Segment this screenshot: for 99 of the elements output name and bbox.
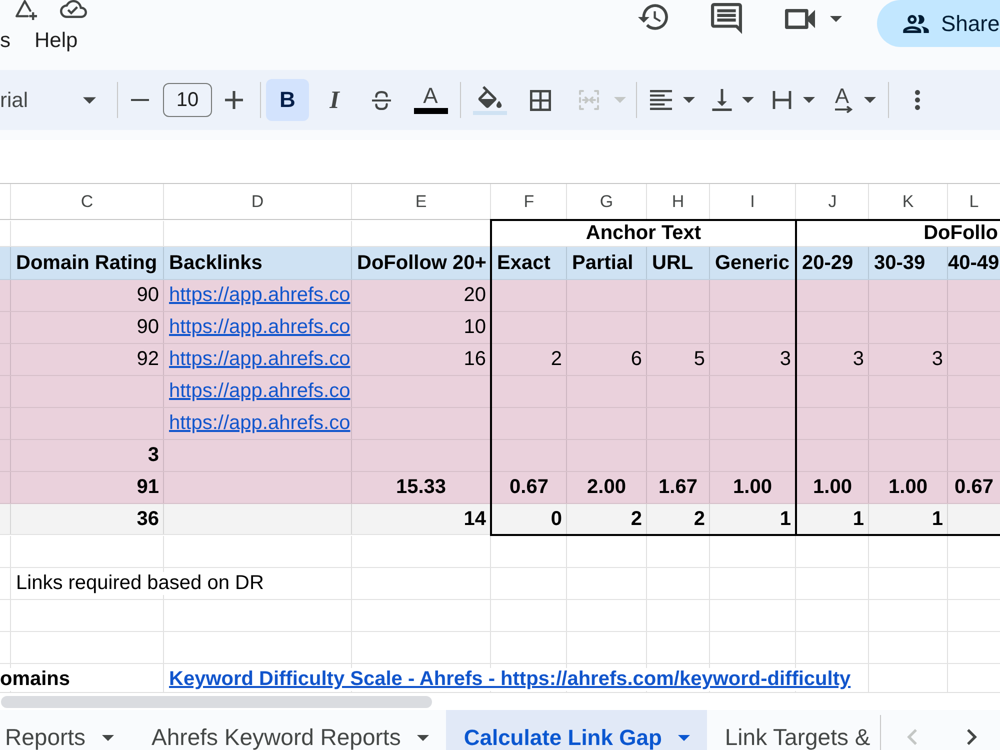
average-value: 1.00 xyxy=(733,476,772,499)
number-value: 36 xyxy=(136,508,159,530)
number-value: 1 xyxy=(780,508,791,530)
number-value: 5 xyxy=(694,348,705,371)
number-value: 3 xyxy=(780,348,791,371)
caret-icon[interactable] xyxy=(683,97,695,103)
text-color-button[interactable]: A xyxy=(409,79,452,121)
cloud-check-icon[interactable] xyxy=(60,0,87,18)
menu-item[interactable]: s xyxy=(0,30,10,51)
column-header[interactable]: G xyxy=(600,193,614,210)
caret-icon[interactable] xyxy=(830,16,842,22)
column-header[interactable]: I xyxy=(750,193,755,210)
number-value: 1 xyxy=(852,508,864,530)
column-title: Partial xyxy=(572,252,634,274)
note-text: Links required based on DR xyxy=(16,572,264,595)
link[interactable]: https://app.ahrefs.co xyxy=(169,380,350,403)
number-value: 3 xyxy=(932,348,943,371)
number-value: 91 xyxy=(136,476,159,499)
number-value: 92 xyxy=(136,348,159,371)
average-value: 2.00 xyxy=(587,476,626,499)
average-value: 1.67 xyxy=(658,476,698,499)
number-value: 14 xyxy=(464,508,486,530)
column-title: DoFollow 20+ xyxy=(357,252,486,274)
number-value: 3 xyxy=(852,348,864,371)
menu-item[interactable]: Help xyxy=(34,30,78,51)
caret-icon xyxy=(416,735,429,741)
number-value: 90 xyxy=(136,284,159,307)
average-value: 0.67 xyxy=(510,476,548,499)
share-button[interactable]: Share xyxy=(877,0,1000,47)
font-size-field[interactable]: 10 xyxy=(163,83,212,117)
column-header[interactable]: C xyxy=(80,193,94,210)
caret-icon xyxy=(83,96,96,104)
label-text: omains xyxy=(0,668,70,691)
paint-bucket-icon[interactable] xyxy=(478,86,502,108)
number-value: 90 xyxy=(136,316,159,339)
average-value: 1.00 xyxy=(813,476,852,499)
link[interactable]: https://app.ahrefs.co xyxy=(169,316,350,339)
column-title: Generic xyxy=(715,252,790,274)
link[interactable]: https://app.ahrefs.co xyxy=(169,348,350,371)
chevron-right-icon[interactable] xyxy=(967,729,977,745)
italic-button[interactable]: I xyxy=(313,79,356,121)
column-header[interactable]: F xyxy=(524,193,534,210)
align-bottom-icon[interactable] xyxy=(712,89,732,111)
sheet-tab[interactable]: Ahrefs Keyword Reports xyxy=(134,710,446,750)
column-title: URL xyxy=(652,252,694,274)
text-overflow-icon[interactable] xyxy=(772,91,792,109)
bold-button[interactable]: B xyxy=(266,79,309,121)
link[interactable]: https://app.ahrefs.co xyxy=(169,412,350,435)
average-value: 15.33 xyxy=(396,476,446,499)
people-icon xyxy=(903,14,929,32)
column-header[interactable]: K xyxy=(902,193,914,210)
caret-icon xyxy=(678,735,690,741)
column-header[interactable]: J xyxy=(828,193,837,210)
column-header[interactable]: L xyxy=(969,193,979,210)
history-icon[interactable] xyxy=(638,4,668,30)
column-title: 30-39 xyxy=(874,252,926,274)
caret-icon xyxy=(864,97,876,103)
column-header[interactable]: D xyxy=(251,193,264,210)
number-value: 3 xyxy=(148,444,159,467)
strikethrough-icon xyxy=(370,90,393,110)
sheet-tab[interactable]: Link Targets & xyxy=(706,710,888,750)
column-title: Domain Rating xyxy=(16,252,158,274)
group-title: Anchor Text xyxy=(586,222,702,245)
align-left-icon[interactable] xyxy=(650,90,672,110)
column-header[interactable]: H xyxy=(672,193,684,210)
scrollbar-thumb[interactable] xyxy=(1,696,432,708)
caret-icon[interactable] xyxy=(803,97,815,103)
triangle-plus-icon[interactable] xyxy=(13,0,40,21)
group-title: DoFollo xyxy=(924,222,998,245)
caret-icon[interactable] xyxy=(742,97,754,103)
number-value: 1 xyxy=(932,508,943,530)
number-value: 2 xyxy=(694,508,705,530)
number-value: 20 xyxy=(464,284,486,307)
average-value: 0.67 xyxy=(954,476,994,499)
number-value: 6 xyxy=(630,348,642,371)
link[interactable]: Keyword Difficulty Scale - Ahrefs - https://ahrefs.com/keyword-difficulty xyxy=(169,668,851,691)
number-value: 0 xyxy=(550,508,562,530)
plus-icon[interactable] xyxy=(225,91,243,109)
column-title: Backlinks xyxy=(169,252,262,274)
comment-icon[interactable] xyxy=(711,3,742,34)
caret-icon xyxy=(102,735,114,741)
column-title: Exact xyxy=(497,252,550,274)
column-header[interactable]: E xyxy=(415,193,427,210)
sheet-tab[interactable]: Reports xyxy=(0,710,134,750)
video-camera-icon[interactable] xyxy=(785,9,815,29)
font-dropdown[interactable]: rial xyxy=(0,80,100,120)
borders-icon[interactable] xyxy=(530,90,551,110)
average-value: 1.00 xyxy=(888,476,928,499)
text-rotation-button[interactable]: A xyxy=(834,88,876,112)
sheet-tab[interactable]: Calculate Link Gap xyxy=(446,710,707,750)
number-value: 10 xyxy=(464,316,486,339)
number-value: 2 xyxy=(550,348,562,371)
more-icon[interactable] xyxy=(915,90,920,110)
number-value: 2 xyxy=(630,508,642,530)
column-title: 20-29 xyxy=(802,252,854,274)
arrow-icon xyxy=(834,106,853,112)
number-value: 16 xyxy=(464,348,486,371)
link[interactable]: https://app.ahrefs.co xyxy=(169,284,350,307)
column-title: 40-49 xyxy=(948,252,1000,274)
